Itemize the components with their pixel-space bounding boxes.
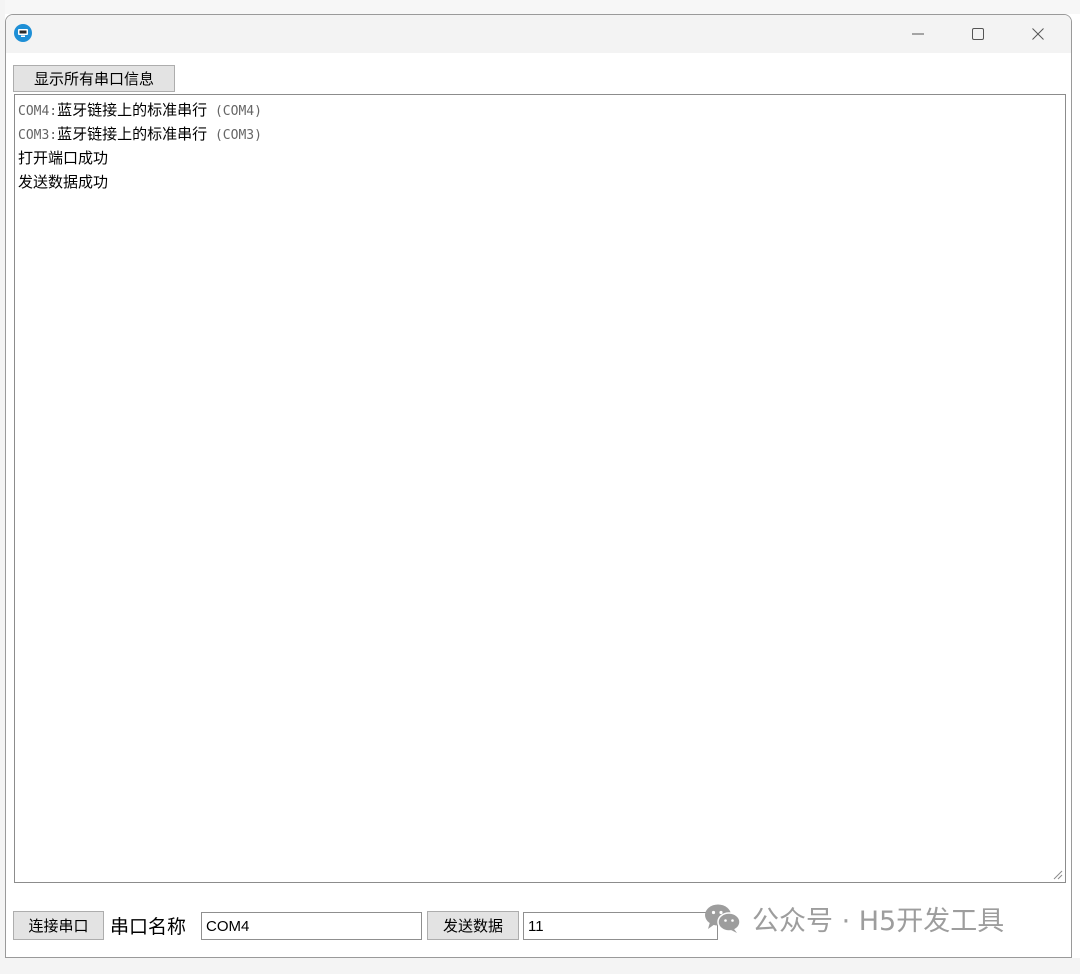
minimize-icon <box>912 33 924 35</box>
app-icon <box>14 24 32 42</box>
port-desc: 蓝牙链接上的标准串行 <box>57 125 208 143</box>
resize-grip-icon[interactable] <box>1053 870 1063 880</box>
log-line: 打开端口成功 <box>18 149 109 167</box>
maximize-icon <box>972 28 984 40</box>
title-bar[interactable] <box>6 15 1071 53</box>
output-log[interactable]: COM4:蓝牙链接上的标准串行 (COM4) COM3:蓝牙链接上的标准串行 (… <box>14 94 1066 883</box>
close-icon <box>1032 28 1044 40</box>
wechat-icon <box>705 904 741 933</box>
send-data-button[interactable]: 发送数据 <box>427 911 519 940</box>
log-line: COM4:蓝牙链接上的标准串行 (COM4) <box>18 98 1062 122</box>
app-window: 显示所有串口信息 COM4:蓝牙链接上的标准串行 (COM4) COM3:蓝牙链… <box>5 14 1072 958</box>
close-button[interactable] <box>1009 15 1067 53</box>
port-name-input[interactable]: COM4 <box>201 912 422 940</box>
port-suffix: (COM4) <box>207 104 262 119</box>
desktop-background-bottom <box>0 958 1080 974</box>
desktop-background <box>0 0 1080 14</box>
log-line: 发送数据成功 <box>18 173 109 191</box>
port-name-label: 串口名称 <box>110 916 187 938</box>
port-id: COM4: <box>18 104 58 119</box>
send-data-input[interactable]: 11 <box>523 912 718 940</box>
port-suffix: (COM3) <box>207 128 262 143</box>
minimize-button[interactable] <box>889 15 947 53</box>
watermark: 公众号 · H5开发工具 <box>704 898 1004 938</box>
port-desc: 蓝牙链接上的标准串行 <box>57 101 208 119</box>
watermark-text: 公众号 · H5开发工具 <box>752 905 1005 937</box>
port-id: COM3: <box>18 128 58 143</box>
maximize-button[interactable] <box>949 15 1007 53</box>
connect-port-button[interactable]: 连接串口 <box>13 911 104 940</box>
show-all-ports-button[interactable]: 显示所有串口信息 <box>13 65 175 92</box>
log-line: COM3:蓝牙链接上的标准串行 (COM3) <box>18 122 1062 146</box>
